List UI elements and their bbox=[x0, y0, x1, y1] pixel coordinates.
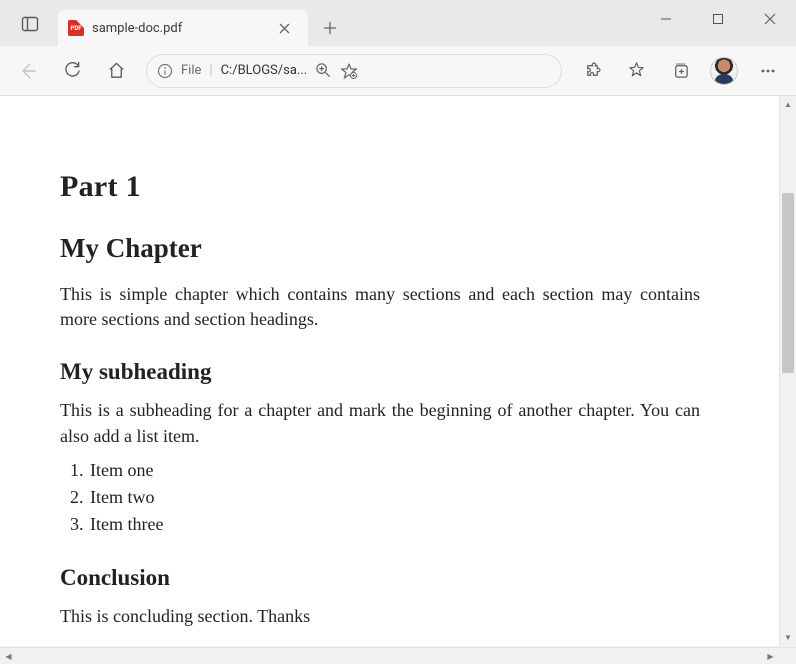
collections-icon bbox=[671, 61, 690, 80]
scroll-up-arrow[interactable]: ▲ bbox=[780, 96, 796, 113]
conclusion-paragraph: This is concluding section. Thanks bbox=[60, 604, 700, 629]
scroll-right-arrow[interactable]: ▶ bbox=[762, 648, 779, 664]
arrow-left-icon bbox=[18, 61, 38, 81]
maximize-icon bbox=[712, 13, 724, 25]
address-separator: | bbox=[209, 63, 212, 78]
tab-actions-button[interactable] bbox=[8, 2, 52, 46]
subheading: My subheading bbox=[60, 356, 700, 388]
list-item: Item two bbox=[88, 484, 700, 511]
address-path: C:/BLOGS/sa... bbox=[221, 63, 308, 78]
address-bar[interactable]: File | C:/BLOGS/sa... bbox=[146, 54, 562, 88]
tab-title: sample-doc.pdf bbox=[92, 21, 262, 36]
window-close-button[interactable] bbox=[744, 0, 796, 38]
favorites-button[interactable] bbox=[616, 51, 656, 91]
scroll-down-arrow[interactable]: ▼ bbox=[780, 629, 796, 646]
conclusion-heading: Conclusion bbox=[60, 562, 700, 594]
refresh-icon bbox=[63, 61, 82, 80]
star-lines-icon bbox=[627, 61, 646, 80]
chapter-paragraph: This is simple chapter which contains ma… bbox=[60, 282, 700, 332]
pdf-file-icon: PDF bbox=[68, 20, 84, 36]
back-button[interactable] bbox=[8, 51, 48, 91]
address-scheme-label: File bbox=[181, 63, 201, 78]
ordered-list: Item one Item two Item three bbox=[88, 457, 700, 539]
refresh-button[interactable] bbox=[52, 51, 92, 91]
new-tab-button[interactable] bbox=[316, 14, 344, 42]
ellipsis-icon bbox=[759, 62, 777, 80]
titlebar: PDF sample-doc.pdf bbox=[0, 0, 796, 46]
chapter-heading: My Chapter bbox=[60, 230, 700, 268]
scroll-left-arrow[interactable]: ◀ bbox=[0, 648, 17, 664]
window-maximize-button[interactable] bbox=[692, 0, 744, 38]
window-minimize-button[interactable] bbox=[640, 0, 692, 38]
minimize-icon bbox=[660, 13, 672, 25]
scroll-track[interactable] bbox=[780, 113, 796, 629]
panel-icon bbox=[21, 15, 39, 33]
list-item: Item one bbox=[88, 457, 700, 484]
list-item: Item three bbox=[88, 511, 700, 538]
home-icon bbox=[107, 61, 126, 80]
collections-button[interactable] bbox=[660, 51, 700, 91]
favorite-add-icon[interactable] bbox=[340, 62, 358, 80]
window-controls bbox=[640, 0, 796, 46]
zoom-icon[interactable] bbox=[315, 62, 332, 79]
close-icon bbox=[764, 13, 776, 25]
scrollbar-corner bbox=[779, 648, 796, 664]
more-button[interactable] bbox=[748, 51, 788, 91]
scroll-thumb[interactable] bbox=[782, 193, 794, 373]
browser-tab[interactable]: PDF sample-doc.pdf bbox=[58, 10, 308, 46]
pdf-viewer: Part 1 My Chapter This is simple chapter… bbox=[0, 96, 796, 646]
puzzle-icon bbox=[583, 61, 602, 80]
info-icon bbox=[157, 63, 173, 79]
scroll-track-h[interactable] bbox=[17, 648, 762, 664]
home-button[interactable] bbox=[96, 51, 136, 91]
tab-close-button[interactable] bbox=[270, 14, 298, 42]
vertical-scrollbar[interactable]: ▲ ▼ bbox=[779, 96, 796, 646]
profile-avatar[interactable] bbox=[710, 57, 738, 85]
tab-strip: PDF sample-doc.pdf bbox=[0, 0, 344, 46]
part-heading: Part 1 bbox=[60, 166, 700, 208]
pdf-page: Part 1 My Chapter This is simple chapter… bbox=[0, 96, 760, 646]
sub-paragraph: This is a subheading for a chapter and m… bbox=[60, 398, 700, 448]
horizontal-scrollbar[interactable]: ◀ ▶ bbox=[0, 647, 796, 664]
extensions-button[interactable] bbox=[572, 51, 612, 91]
plus-icon bbox=[323, 21, 337, 35]
close-icon bbox=[279, 23, 290, 34]
toolbar: File | C:/BLOGS/sa... bbox=[0, 46, 796, 96]
